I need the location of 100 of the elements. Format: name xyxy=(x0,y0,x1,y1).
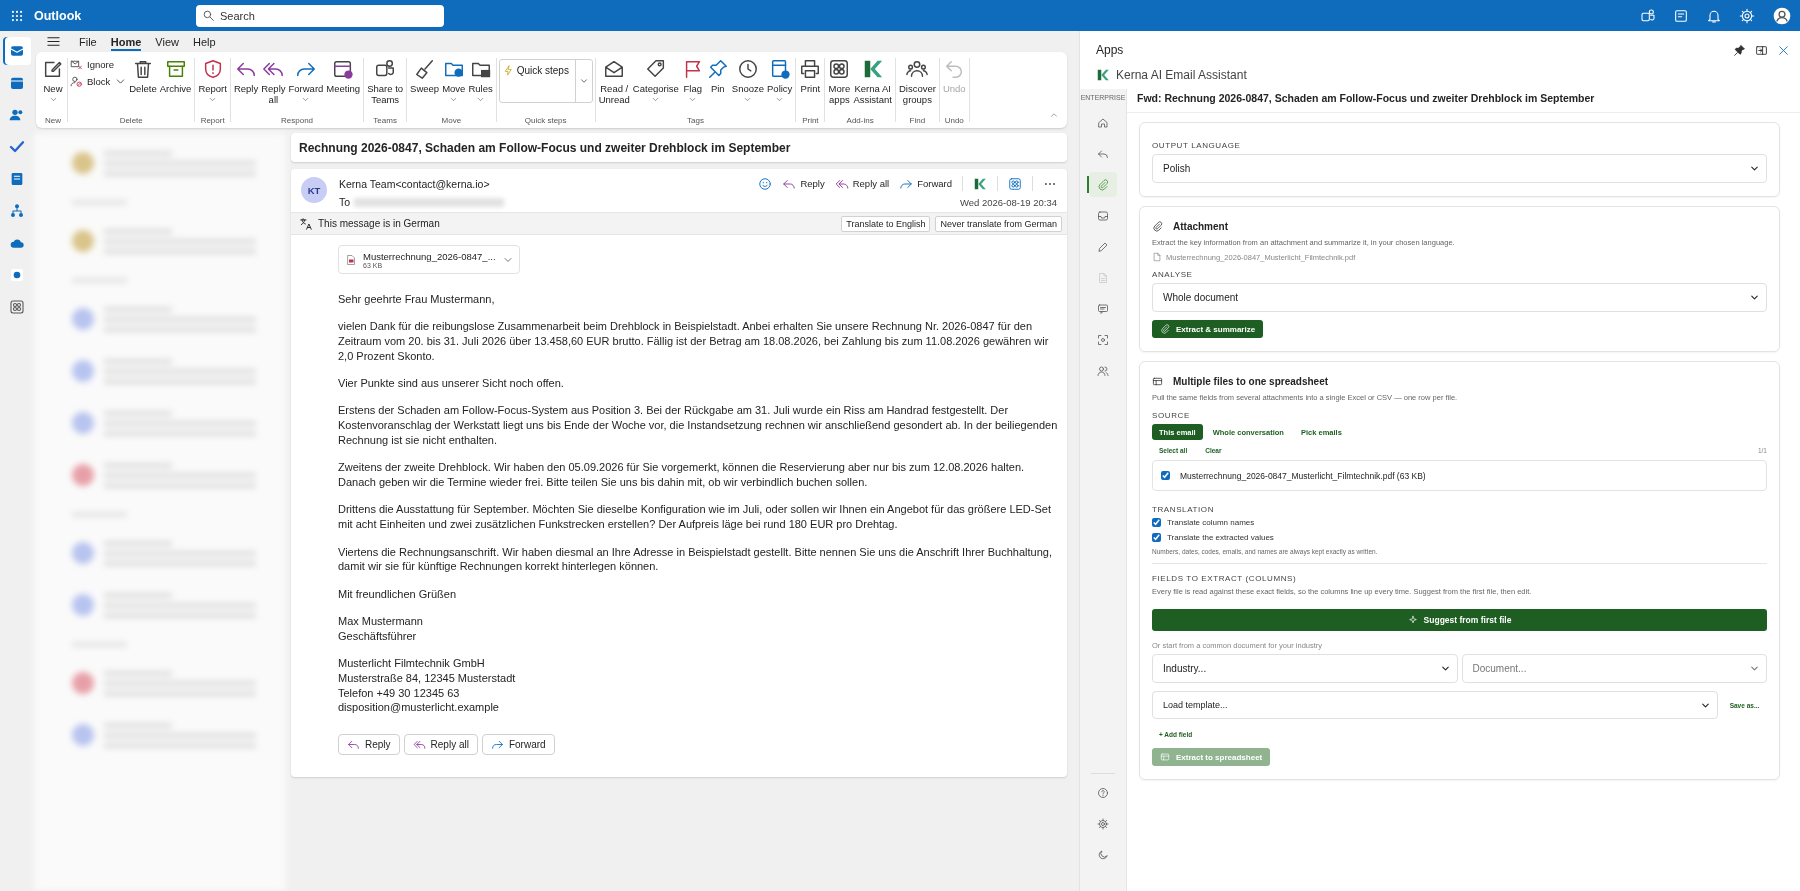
ribbon-button[interactable]: Report xyxy=(197,56,228,106)
search-field[interactable]: Search xyxy=(196,4,444,27)
ribbon-button[interactable]: Archive xyxy=(158,56,193,96)
ribbon-button[interactable]: More apps xyxy=(827,56,852,107)
group-label: New xyxy=(45,116,61,125)
apps-grid-icon xyxy=(828,58,851,80)
chevron-down-icon xyxy=(449,95,459,104)
pdf-file-icon xyxy=(345,253,357,266)
chat-icon xyxy=(1097,302,1109,315)
chevron-down-icon xyxy=(775,95,785,104)
avatar: KT xyxy=(301,177,327,203)
ribbon-button[interactable]: Reply xyxy=(232,56,260,96)
chevron-down-icon xyxy=(651,95,661,104)
add-in-name: Kerna AI Email Assistant xyxy=(1116,68,1247,82)
menu-tab[interactable]: View xyxy=(155,32,179,51)
ribbon-button[interactable]: Categorise xyxy=(631,56,680,106)
help-icon xyxy=(1097,786,1109,799)
dock-panel-icon[interactable] xyxy=(1755,43,1768,57)
chevron-down-icon xyxy=(743,95,753,104)
field-label: ANALYSE xyxy=(1152,270,1193,279)
logo-icon[interactable] xyxy=(973,176,987,191)
ribbon-button[interactable]: Policy xyxy=(766,56,794,106)
ribbon-button[interactable]: Snooze xyxy=(730,56,766,106)
body-paragraph: Drittens die Ausstattung für September. Möchten Sie dieselbe Konfiguration wie im Juli, oder sollen wir Ihnen ein Angebot für das größere LED-Set mit acht Einheiten und zwei zusätzlichen Funkstrecken erstellen? Der Aufpreis läge bei rund 180 EUR pro Drehtag. xyxy=(338,502,1052,533)
settings-icon[interactable] xyxy=(1739,7,1755,24)
ribbon-button[interactable]: Rules xyxy=(467,56,494,106)
checkbox[interactable] xyxy=(1152,518,1161,527)
suggest-button[interactable]: Suggest from first file xyxy=(1152,609,1767,631)
translate-button[interactable]: Never translate from German xyxy=(935,215,1062,232)
body-paragraph: Vier Punkte sind aus unserer Sicht noch offen. xyxy=(338,376,565,391)
checkbox-label: Translate column names xyxy=(1167,518,1255,527)
quick-steps-box[interactable]: Quick steps xyxy=(498,59,593,103)
ribbon-button[interactable]: Kerna AI Assistant xyxy=(852,56,893,107)
ribbon-button[interactable]: Flag xyxy=(680,56,705,106)
body-paragraph: Max Mustermann Geschäftsführer xyxy=(338,613,424,644)
reply-footer-button[interactable]: Forward xyxy=(481,733,555,755)
menu-tab[interactable]: File xyxy=(79,32,97,51)
checkbox[interactable] xyxy=(1161,471,1170,480)
ribbon-button[interactable]: Print xyxy=(798,56,823,96)
group-label: Quick steps xyxy=(524,116,567,125)
app-launcher-icon[interactable] xyxy=(10,8,24,23)
org-chart-icon xyxy=(9,203,25,219)
emoji-icon[interactable] xyxy=(758,176,773,191)
menu-tab[interactable]: Home xyxy=(110,32,142,51)
apps-grid-icon[interactable] xyxy=(1008,176,1022,191)
clock-icon xyxy=(736,58,759,80)
chevron-down-icon xyxy=(48,95,58,104)
email-subject: Rechnung 2026-0847, Schaden am Follow-Focus und zweiter Drehblock im September xyxy=(299,140,791,155)
message-action-button[interactable]: Forward xyxy=(899,176,952,191)
ribbon-button[interactable]: Delete xyxy=(128,56,158,96)
app-rail-button[interactable] xyxy=(3,37,31,65)
language-select[interactable]: Polish xyxy=(1152,154,1767,183)
home-icon xyxy=(1097,116,1109,129)
menu-tab[interactable]: Help xyxy=(192,32,216,51)
translate-button[interactable]: Translate to English xyxy=(841,215,931,232)
share-people-icon[interactable] xyxy=(1640,7,1656,24)
ribbon-button[interactable]: Read / Unread xyxy=(597,56,631,107)
message-action-button[interactable]: Reply xyxy=(782,176,825,191)
ribbon-button[interactable]: New xyxy=(41,56,65,106)
group-label: Undo xyxy=(944,116,964,125)
pin-icon[interactable] xyxy=(1733,43,1746,57)
message-action-button[interactable]: Reply all xyxy=(834,176,890,191)
calendar-icon xyxy=(332,58,355,80)
menu-icon[interactable] xyxy=(46,34,61,49)
template-select[interactable]: Load template... xyxy=(1152,691,1718,719)
extract-summarize-button[interactable]: Extract & summarize xyxy=(1152,320,1264,338)
group-label: Report xyxy=(200,116,225,125)
ribbon-button[interactable]: Discover groups xyxy=(897,56,937,107)
close-icon[interactable] xyxy=(1777,43,1790,57)
ribbon-button[interactable]: Sweep xyxy=(409,56,441,96)
broom-icon xyxy=(413,58,436,80)
check-icon xyxy=(9,139,25,155)
reply-footer-button[interactable]: Reply all xyxy=(403,733,478,755)
chevron-down-icon xyxy=(1749,663,1760,674)
group-label: Tags xyxy=(687,116,704,125)
avatar-icon[interactable] xyxy=(1772,5,1792,26)
ribbon-button[interactable]: Move xyxy=(441,56,467,106)
analyse-select[interactable]: Whole document xyxy=(1152,283,1767,312)
chevron-down-icon xyxy=(688,95,698,104)
body-paragraph: Mit freundlichen Grüßen xyxy=(338,586,457,602)
app-name: Outlook xyxy=(34,8,83,23)
note-icon[interactable] xyxy=(1673,7,1689,24)
ribbon-button[interactable]: Reply all xyxy=(260,56,287,107)
table-icon xyxy=(1160,752,1170,762)
ribbon-button[interactable]: Block xyxy=(70,74,128,88)
ribbon-button[interactable]: Pin xyxy=(705,56,730,96)
ribbon-button[interactable]: Share to Teams xyxy=(366,56,405,107)
tag-icon xyxy=(644,58,667,80)
ribbon-button[interactable]: Ignore xyxy=(70,58,128,71)
body-paragraph: Viertens die Rechnungsanschrift. Wir haben diesmal an Ihre Adresse in Beispielstadt gestellt. Bitte nennen Sie uns die Anschrift Ihrer Buchhaltung, damit wir sie für künftige Rechnungen korrekt hinterlegen können. xyxy=(338,544,1053,575)
industry-select[interactable]: Industry... xyxy=(1152,654,1458,683)
reply-footer-button[interactable]: Reply xyxy=(338,733,400,755)
ribbon-button[interactable]: Forward xyxy=(287,56,325,106)
ribbon-button[interactable]: Meeting xyxy=(325,56,362,96)
chevron-down-icon xyxy=(578,76,589,86)
chevron-down-icon xyxy=(1439,663,1451,674)
paperclip-icon xyxy=(1160,324,1170,334)
logo-icon xyxy=(1096,68,1110,82)
group-label: Delete xyxy=(119,116,143,125)
checkbox[interactable] xyxy=(1152,533,1161,542)
